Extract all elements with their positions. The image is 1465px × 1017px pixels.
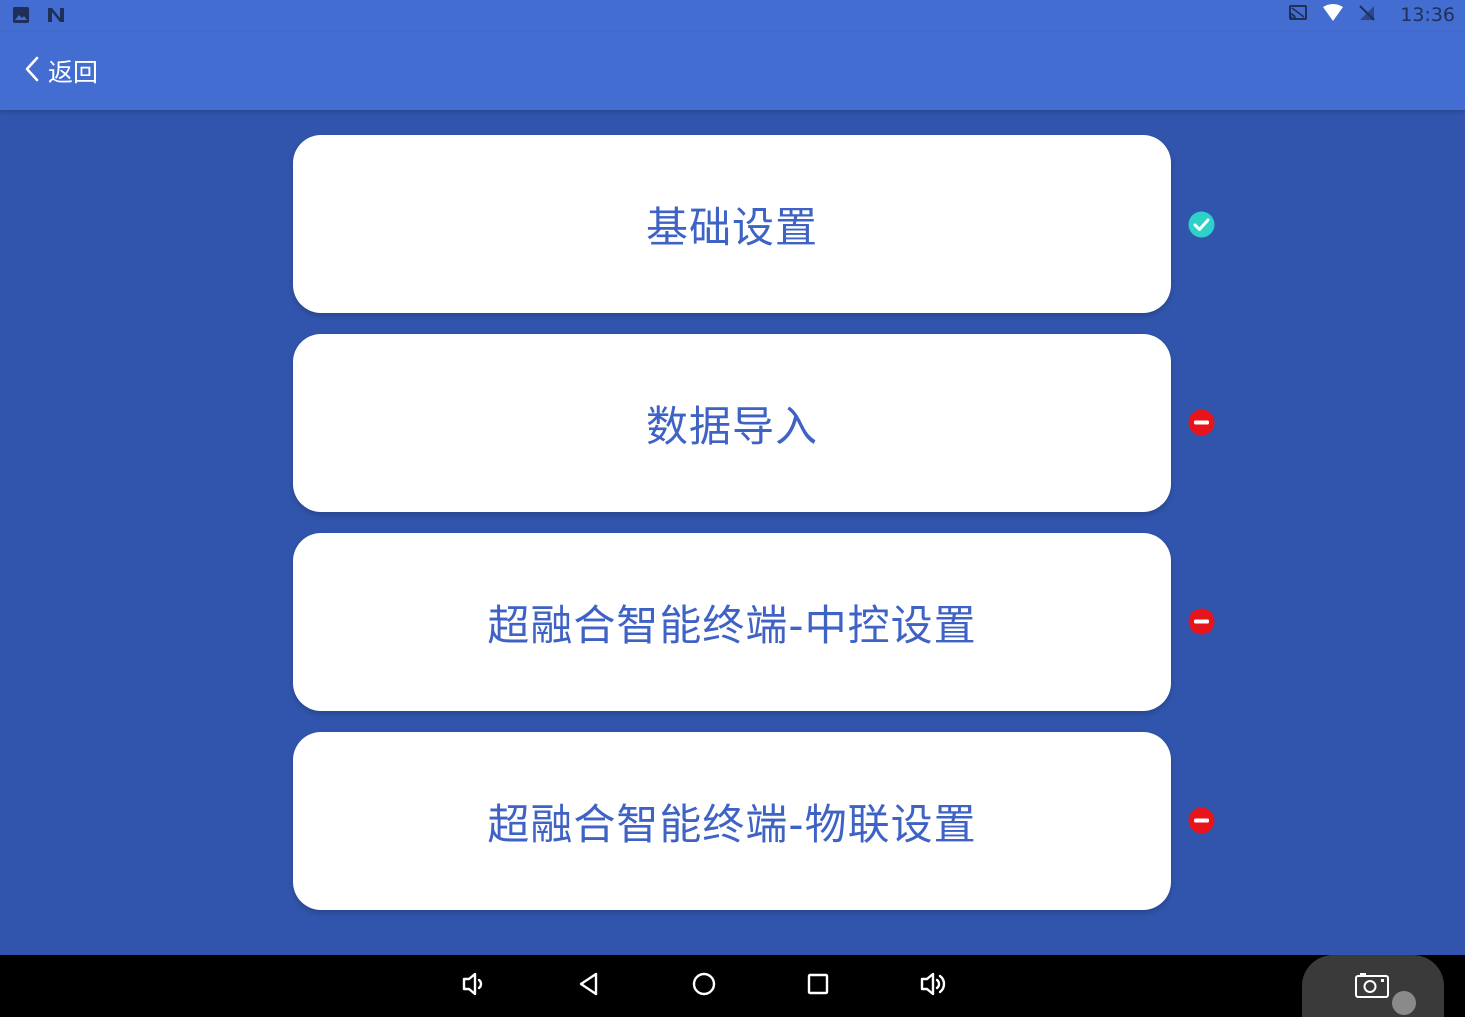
menu-item-basic-settings[interactable]: 基础设置 [293, 135, 1171, 313]
status-bar: 13:36 [0, 0, 1465, 32]
menu-item-label: 基础设置 [645, 202, 818, 252]
minus-circle-icon [1188, 409, 1215, 436]
cast-icon [1288, 4, 1308, 26]
home-circle-icon [690, 970, 718, 1002]
no-signal-icon [1358, 4, 1376, 26]
check-circle-icon [1188, 211, 1215, 238]
menu-item-data-import[interactable]: 数据导入 [293, 334, 1171, 512]
volume-down-button[interactable] [456, 969, 490, 1003]
status-time: 13:36 [1400, 4, 1455, 26]
chevron-left-icon [24, 55, 40, 87]
minus-circle-icon [1188, 807, 1215, 834]
nav-home-button[interactable] [687, 969, 721, 1003]
volume-down-icon [458, 969, 488, 1003]
menu-item-label: 超融合智能终端-中控设置 [487, 600, 977, 650]
image-icon [12, 6, 30, 28]
system-nav-bar [0, 955, 1465, 1017]
back-button[interactable]: 返回 [24, 52, 98, 90]
nav-back-button[interactable] [572, 969, 606, 1003]
floating-touch-dot[interactable] [1392, 991, 1416, 1015]
wifi-icon [1322, 4, 1344, 26]
menu-item-central-control-settings[interactable]: 超融合智能终端-中控设置 [293, 533, 1171, 711]
n-notification-icon [46, 6, 66, 28]
screenshot-camera-icon [1354, 971, 1390, 1003]
minus-circle-icon [1188, 608, 1215, 635]
recents-square-icon [804, 970, 832, 1002]
menu-item-label: 超融合智能终端-物联设置 [487, 799, 977, 849]
status-bar-left-icons [12, 6, 66, 28]
nav-recents-button[interactable] [801, 969, 835, 1003]
setup-menu: 基础设置 数据导入 超融合智能终端-中控设置 超融合智能终端-物联设置 [0, 110, 1465, 955]
top-app-bar: 返回 [0, 32, 1465, 110]
back-triangle-icon [575, 970, 603, 1002]
screenshot-button[interactable] [1302, 955, 1444, 1017]
menu-item-label: 数据导入 [645, 401, 818, 451]
back-label: 返回 [48, 58, 99, 87]
menu-item-iot-settings[interactable]: 超融合智能终端-物联设置 [293, 732, 1171, 910]
volume-up-icon [917, 969, 949, 1003]
status-bar-right: 13:36 [1288, 4, 1455, 26]
volume-up-button[interactable] [916, 969, 950, 1003]
app-screen: 13:36 返回 基础设置 数据导入 超融合智能终端-中控设置 超融合智能终端-… [0, 0, 1465, 1017]
